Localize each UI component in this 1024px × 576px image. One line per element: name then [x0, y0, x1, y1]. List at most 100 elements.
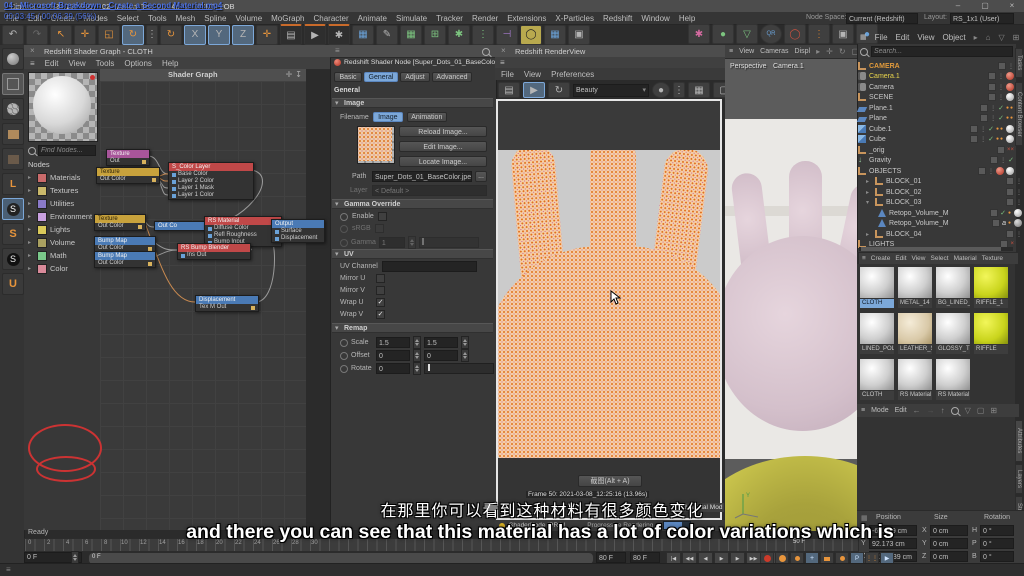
object-row-camera[interactable]: Camera ⋮	[858, 82, 1014, 92]
magnet-icon[interactable]: U	[2, 273, 24, 295]
vp-menu-overflow-icon[interactable]: ▸	[816, 47, 820, 56]
sg-menu-options[interactable]: Options	[124, 59, 152, 68]
material-rs2[interactable]: RS Material	[935, 358, 971, 403]
points-mode-icon[interactable]	[2, 123, 24, 145]
menu-xparticles[interactable]: X-Particles	[555, 14, 594, 23]
coord-system-icon[interactable]: ✛	[256, 25, 278, 45]
rotate-anim-dot-icon[interactable]	[340, 365, 348, 373]
mm-menu-texture[interactable]: Texture	[982, 255, 1003, 262]
object-row-camera1[interactable]: Camera.1 ⋮	[858, 71, 1014, 81]
subdivision-surface-icon[interactable]: ▦	[400, 25, 422, 45]
am-menu-mode[interactable]: Mode	[871, 407, 889, 414]
wrap-u-checkbox[interactable]: ✓	[376, 298, 385, 307]
om-menu-view[interactable]: View	[917, 33, 934, 42]
menu-redshift[interactable]: Redshift	[603, 14, 632, 23]
am-back-icon[interactable]: ←	[913, 406, 921, 415]
rotate-input[interactable]: 0	[376, 363, 410, 374]
gamma-input[interactable]: 1	[379, 237, 405, 248]
rv-grid-icon[interactable]: ▦	[688, 82, 710, 98]
material-preview[interactable]	[28, 72, 98, 142]
rv-hamburger-icon[interactable]: ≡	[500, 58, 505, 67]
menu-render[interactable]: Render	[472, 14, 498, 23]
mm-menu-material[interactable]: Material	[954, 255, 977, 262]
canvas-pan-icon[interactable]: ✛	[286, 69, 293, 81]
node-rs-bump-blender[interactable]: RS Bump Blender Ins Out	[177, 243, 251, 260]
am-lock-icon[interactable]: ▢	[977, 406, 985, 415]
sg-menu-help[interactable]: Help	[162, 59, 178, 68]
scale-anim-dot-icon[interactable]	[340, 339, 348, 347]
locate-image-button[interactable]: Locate Image...	[399, 156, 487, 167]
object-row-retopo1[interactable]: Retopo_Volume_M ✓●	[858, 208, 1022, 218]
render-settings-icon[interactable]: ✱	[328, 24, 350, 45]
scale-x-spinner[interactable]	[413, 336, 421, 349]
z-axis-button[interactable]: Z	[232, 25, 254, 45]
rotate-spinner[interactable]	[413, 362, 421, 375]
sg-menu-edit[interactable]: Edit	[45, 59, 59, 68]
reload-image-button[interactable]: Reload Image...	[399, 126, 487, 137]
menu-simulate[interactable]: Simulate	[396, 14, 427, 23]
material-riffle[interactable]: RIFFLE	[973, 312, 1009, 357]
object-row-scene[interactable]: SCENE ⋮	[858, 92, 1014, 102]
material-glossy-tr[interactable]: GLOSSY_TR	[935, 312, 971, 357]
rv-histogram-icon[interactable]: ▤	[498, 82, 520, 98]
menu-character[interactable]: Character	[314, 14, 349, 23]
enable-checkbox[interactable]	[378, 212, 387, 221]
vp-menu-view[interactable]: View	[739, 48, 754, 55]
mm-hamburger-icon[interactable]: ≡	[862, 255, 866, 262]
offset-x-spinner[interactable]	[413, 349, 421, 362]
image-section-twirl-icon[interactable]: ▾	[335, 99, 339, 109]
node-output[interactable]: Output Surface Displacement	[271, 219, 325, 243]
character-object-icon[interactable]: ●	[712, 24, 734, 44]
menu-volume[interactable]: Volume	[235, 14, 262, 23]
layer-dropdown[interactable]: < Default >	[372, 185, 487, 196]
minimize-button[interactable]: –	[948, 0, 968, 12]
category-color[interactable]: ▸Color	[28, 262, 98, 275]
menu-select[interactable]: Select	[117, 14, 139, 23]
vp-menu-cameras[interactable]: Cameras	[760, 48, 788, 55]
cv-palette-icon[interactable]: ✱	[688, 24, 710, 44]
find-nodes-input[interactable]	[38, 145, 96, 156]
category-materials[interactable]: ▸Materials	[28, 171, 98, 184]
rv-menu-preferences[interactable]: Preferences	[551, 70, 594, 79]
tab-basic[interactable]: Basic	[334, 72, 362, 82]
scale-y-input[interactable]: 1.5	[424, 337, 458, 348]
material-cloth-selected[interactable]: CLOTH	[859, 266, 895, 311]
add-cube-icon[interactable]: ▦	[352, 25, 374, 45]
tool-history-icon[interactable]: ⋮	[146, 25, 158, 45]
rv-aov-dropdown[interactable]: Beauty▾	[573, 84, 649, 97]
size-y-input[interactable]: 0 cm	[930, 538, 968, 549]
generator-icon[interactable]: ✱	[448, 25, 470, 45]
image-button[interactable]: Image	[373, 112, 403, 122]
props-hamburger-icon[interactable]: ≡	[335, 45, 340, 57]
sg-menu-tools[interactable]: Tools	[96, 59, 115, 68]
object-row-cube1[interactable]: Cube.1 ⋮✓●●	[858, 124, 1014, 134]
mm-menu-create[interactable]: Create	[871, 255, 891, 262]
object-row-plane1[interactable]: Plane.1 ⋮✓●●	[858, 103, 1014, 113]
srgb-checkbox[interactable]	[375, 224, 384, 233]
tab-attributes[interactable]: Attributes	[1015, 420, 1023, 462]
render-active-icon[interactable]: ▶	[304, 24, 326, 45]
material-bg-lined[interactable]: BG_LINED_1	[935, 266, 971, 311]
object-row-camera-group[interactable]: CAMERA ⋮	[858, 61, 1014, 71]
om-addview-icon[interactable]: ⊞	[1013, 33, 1020, 42]
object-row-gravity[interactable]: ↓Gravity ⋮✓	[858, 155, 1014, 165]
range-end-field-2[interactable]: 80 F	[630, 552, 660, 563]
am-menu-edit[interactable]: Edit	[895, 407, 907, 414]
remap-section-twirl-icon[interactable]: ▾	[335, 324, 339, 334]
redshift-logo-icon[interactable]: ◯	[784, 24, 806, 44]
om-filter-icon[interactable]: ▽	[999, 33, 1005, 42]
rotate-icon[interactable]: ↻	[122, 25, 144, 45]
rotate-slider[interactable]	[424, 363, 494, 374]
x-axis-button[interactable]: X	[184, 25, 206, 45]
render-view-icon[interactable]: ▤	[280, 24, 302, 45]
am-forward-icon[interactable]: →	[927, 406, 935, 415]
category-volume[interactable]: ▸Volume	[28, 236, 98, 249]
image-section-bar[interactable]: ▾ Image	[332, 98, 493, 108]
uv-section-bar[interactable]: ▾ UV	[332, 249, 493, 259]
object-row-objects-group[interactable]: OBJECTS ⋮	[858, 166, 1014, 176]
viewport-projection-label[interactable]: Perspective	[730, 63, 767, 70]
object-row-cube[interactable]: Cube ⋮✓●●	[858, 134, 1014, 144]
live-selection-icon[interactable]: ↖	[50, 25, 72, 45]
node-color-layer[interactable]: S_Color Layer Base Color Layer 2 Color L…	[168, 162, 254, 200]
gamma-section-bar[interactable]: ▾ Gamma Override	[332, 199, 493, 209]
